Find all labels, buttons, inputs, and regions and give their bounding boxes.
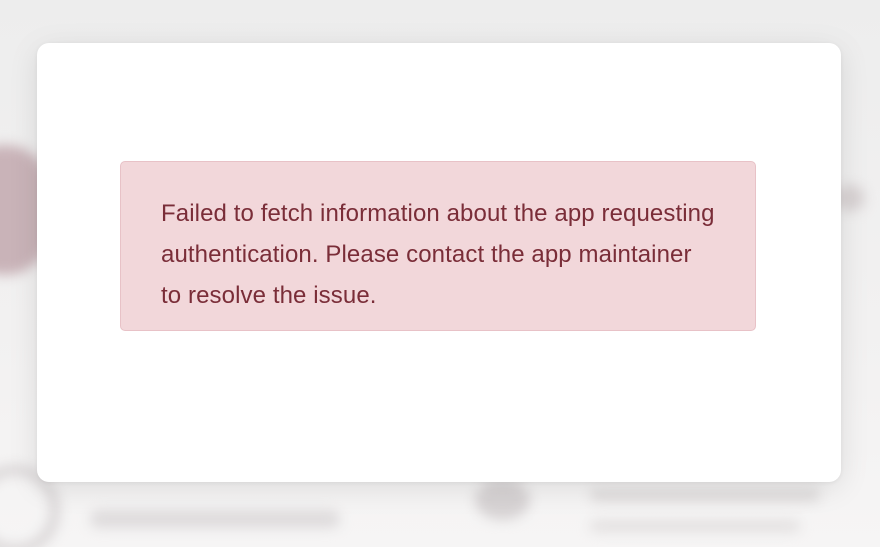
auth-dialog: Failed to fetch information about the ap…	[37, 43, 841, 482]
error-alert: Failed to fetch information about the ap…	[120, 161, 756, 331]
background-text-blur	[590, 520, 800, 532]
error-message: Failed to fetch information about the ap…	[161, 200, 715, 309]
background-icon-blur	[475, 480, 530, 520]
background-text-blur	[590, 488, 820, 502]
background-text-blur	[90, 510, 340, 528]
